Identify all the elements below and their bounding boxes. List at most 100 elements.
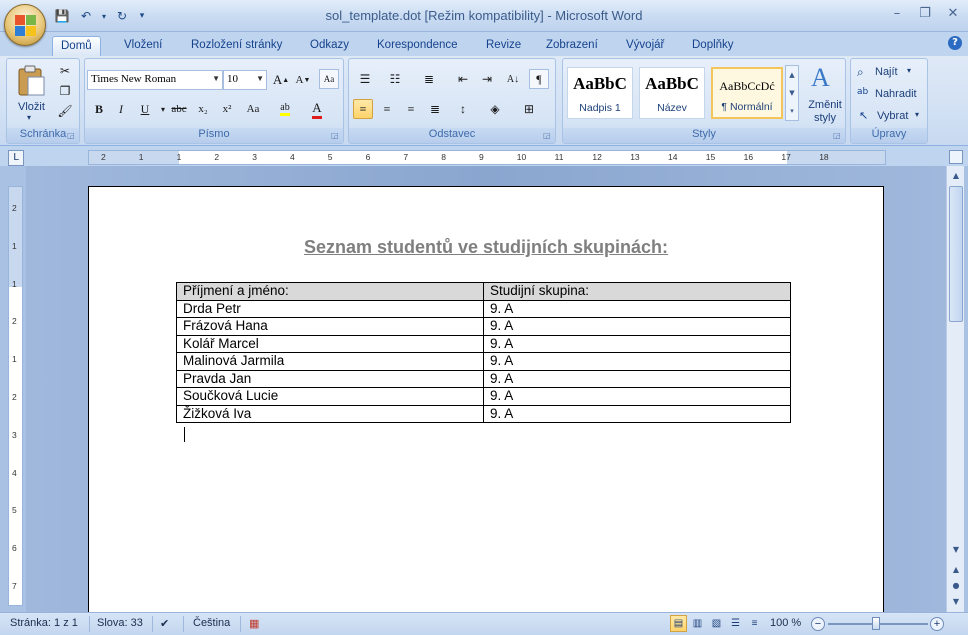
font-color-icon[interactable]: A — [307, 99, 327, 119]
vertical-ruler[interactable]: 211212345678 — [8, 186, 23, 606]
select-button[interactable]: ↖ Vybrat ▾ — [855, 109, 925, 127]
font-family-select[interactable]: Times New Roman ▼ — [87, 70, 223, 90]
office-button[interactable] — [4, 4, 46, 46]
students-table[interactable]: Příjmení a jméno: Studijní skupina: Drda… — [176, 282, 791, 423]
shrink-font-icon[interactable]: A ▼ — [293, 70, 313, 90]
cell-study-group[interactable]: 9. A — [483, 387, 791, 406]
cell-student-name[interactable]: Malinová Jarmila — [176, 352, 484, 371]
cell-study-group[interactable]: 9. A — [483, 352, 791, 371]
increase-indent-icon[interactable]: ⇥ — [477, 69, 497, 89]
tab-home[interactable]: Domů — [52, 36, 101, 56]
web-layout-icon[interactable]: ▧ — [708, 615, 725, 632]
align-left-icon[interactable]: ≡ — [353, 99, 373, 119]
font-size-select[interactable]: 10 ▼ — [223, 70, 267, 90]
word-count[interactable]: Slova: 33 — [97, 617, 143, 629]
tab-view[interactable]: Zobrazení — [538, 36, 606, 56]
bold-button[interactable]: B — [89, 99, 109, 119]
bullets-icon[interactable]: ☰ — [355, 69, 375, 89]
view-ruler-icon[interactable] — [949, 150, 963, 164]
styles-scroll[interactable]: ▲ ▼ ▾ — [785, 65, 799, 121]
align-center-icon[interactable]: ≡ — [377, 99, 397, 119]
sort-icon[interactable]: A↓ — [503, 69, 523, 89]
strikethrough-button[interactable]: abc — [169, 99, 189, 119]
underline-button[interactable]: U — [135, 99, 155, 119]
horizontal-ruler[interactable]: 2 1 1 2 3 4 5 6 7 8 9 10 11 12 13 14 15 16 17 18 — [88, 150, 886, 165]
scroll-up-icon[interactable]: ▲ — [948, 168, 964, 184]
tab-review[interactable]: Revize — [478, 36, 529, 56]
scroll-down-icon[interactable]: ▼ — [948, 542, 964, 558]
zoom-level[interactable]: 100 % — [770, 617, 801, 629]
show-marks-icon[interactable]: ¶ — [529, 69, 549, 89]
decrease-indent-icon[interactable]: ⇤ — [453, 69, 473, 89]
style-heading1[interactable]: AaBbC Nadpis 1 — [567, 67, 633, 119]
tab-addins[interactable]: Doplňky — [684, 36, 742, 56]
cell-study-group[interactable]: 9. A — [483, 317, 791, 336]
select-browse-object-icon[interactable]: ● — [948, 578, 964, 594]
spelling-check-icon[interactable]: ✔ — [160, 617, 169, 630]
help-icon[interactable]: ? — [948, 36, 962, 50]
shading-icon[interactable]: ◈ — [485, 99, 505, 119]
cell-study-group[interactable]: 9. A — [483, 299, 791, 318]
zoom-in-icon[interactable]: + — [930, 617, 944, 631]
justify-icon[interactable]: ≣ — [425, 99, 445, 119]
tab-mailings[interactable]: Korespondence — [369, 36, 466, 56]
cell-student-name[interactable]: Drda Petr — [176, 299, 484, 318]
cell-student-name[interactable]: Žižková Iva — [176, 404, 484, 423]
cell-student-name[interactable]: Frázová Hana — [176, 317, 484, 336]
styles-launcher-icon[interactable]: ◲ — [833, 131, 843, 141]
next-page-icon[interactable]: ▼ — [948, 594, 964, 610]
paste-button[interactable]: Vložit ▾ — [13, 63, 49, 122]
draft-icon[interactable]: ≡ — [746, 615, 763, 632]
ruler-number: 2 — [12, 203, 17, 213]
align-right-icon[interactable]: ≡ — [401, 99, 421, 119]
copy-icon[interactable]: ❐ — [55, 81, 75, 101]
font-launcher-icon[interactable]: ◲ — [331, 131, 341, 141]
change-case-button[interactable]: Aa — [243, 99, 263, 119]
numbering-icon[interactable]: ☷ — [385, 69, 405, 89]
style-normal[interactable]: AaBbCcDć ¶ Normální — [711, 67, 783, 119]
paragraph-launcher-icon[interactable]: ◲ — [543, 131, 553, 141]
highlight-icon[interactable]: ab — [275, 99, 295, 119]
minimize-button[interactable]: – — [888, 6, 906, 22]
tab-page-layout[interactable]: Rozložení stránky — [183, 36, 290, 56]
tab-selector-button[interactable]: L — [8, 150, 24, 166]
tab-references[interactable]: Odkazy — [302, 36, 357, 56]
page-count[interactable]: Stránka: 1 z 1 — [10, 617, 78, 629]
line-spacing-icon[interactable]: ↕ — [453, 99, 473, 119]
full-screen-reading-icon[interactable]: ▥ — [689, 615, 706, 632]
vertical-scrollbar[interactable]: ▲ ▼ ▲ ● ▼ — [946, 166, 964, 612]
previous-page-icon[interactable]: ▲ — [948, 562, 964, 578]
italic-button[interactable]: I — [111, 99, 131, 119]
document-page[interactable]: Seznam studentů ve studijních skupinách:… — [88, 186, 884, 612]
maximize-button[interactable]: ❐ — [916, 6, 934, 22]
cell-study-group[interactable]: 9. A — [483, 334, 791, 353]
zoom-slider-handle[interactable] — [872, 617, 880, 630]
tab-developer[interactable]: Vývojář — [618, 36, 672, 56]
cell-student-name[interactable]: Kolář Marcel — [176, 334, 484, 353]
find-button[interactable]: ⌕ Najít ▾ — [855, 65, 925, 83]
style-title[interactable]: AaBbC Název — [639, 67, 705, 119]
macro-record-icon[interactable]: ▦ — [249, 617, 259, 630]
print-layout-icon[interactable]: ▤ — [670, 615, 687, 632]
superscript-button[interactable]: x² — [217, 99, 237, 119]
borders-icon[interactable]: ⊞ — [519, 99, 539, 119]
cell-student-name[interactable]: Pravda Jan — [176, 369, 484, 388]
cell-study-group[interactable]: 9. A — [483, 404, 791, 423]
tab-insert[interactable]: Vložení — [116, 36, 170, 56]
format-painter-icon[interactable]: 🖌 — [55, 101, 75, 121]
cut-icon[interactable]: ✂ — [55, 61, 75, 81]
change-styles-button[interactable]: A Změnit styly — [803, 63, 845, 124]
clear-formatting-icon[interactable]: Aa — [319, 69, 339, 89]
replace-button[interactable]: ab Nahradit — [855, 87, 925, 105]
scroll-thumb[interactable] — [949, 186, 963, 322]
multilevel-list-icon[interactable]: ≣ — [419, 69, 439, 89]
clipboard-launcher-icon[interactable]: ◲ — [67, 131, 77, 141]
zoom-out-icon[interactable]: − — [811, 617, 825, 631]
cell-study-group[interactable]: 9. A — [483, 369, 791, 388]
close-button[interactable]: ✕ — [944, 6, 962, 22]
cell-student-name[interactable]: Součková Lucie — [176, 387, 484, 406]
subscript-button[interactable]: x₂ — [193, 99, 213, 119]
outline-icon[interactable]: ☰ — [727, 615, 744, 632]
language[interactable]: Čeština — [193, 617, 230, 629]
grow-font-icon[interactable]: A ▲ — [271, 70, 291, 90]
